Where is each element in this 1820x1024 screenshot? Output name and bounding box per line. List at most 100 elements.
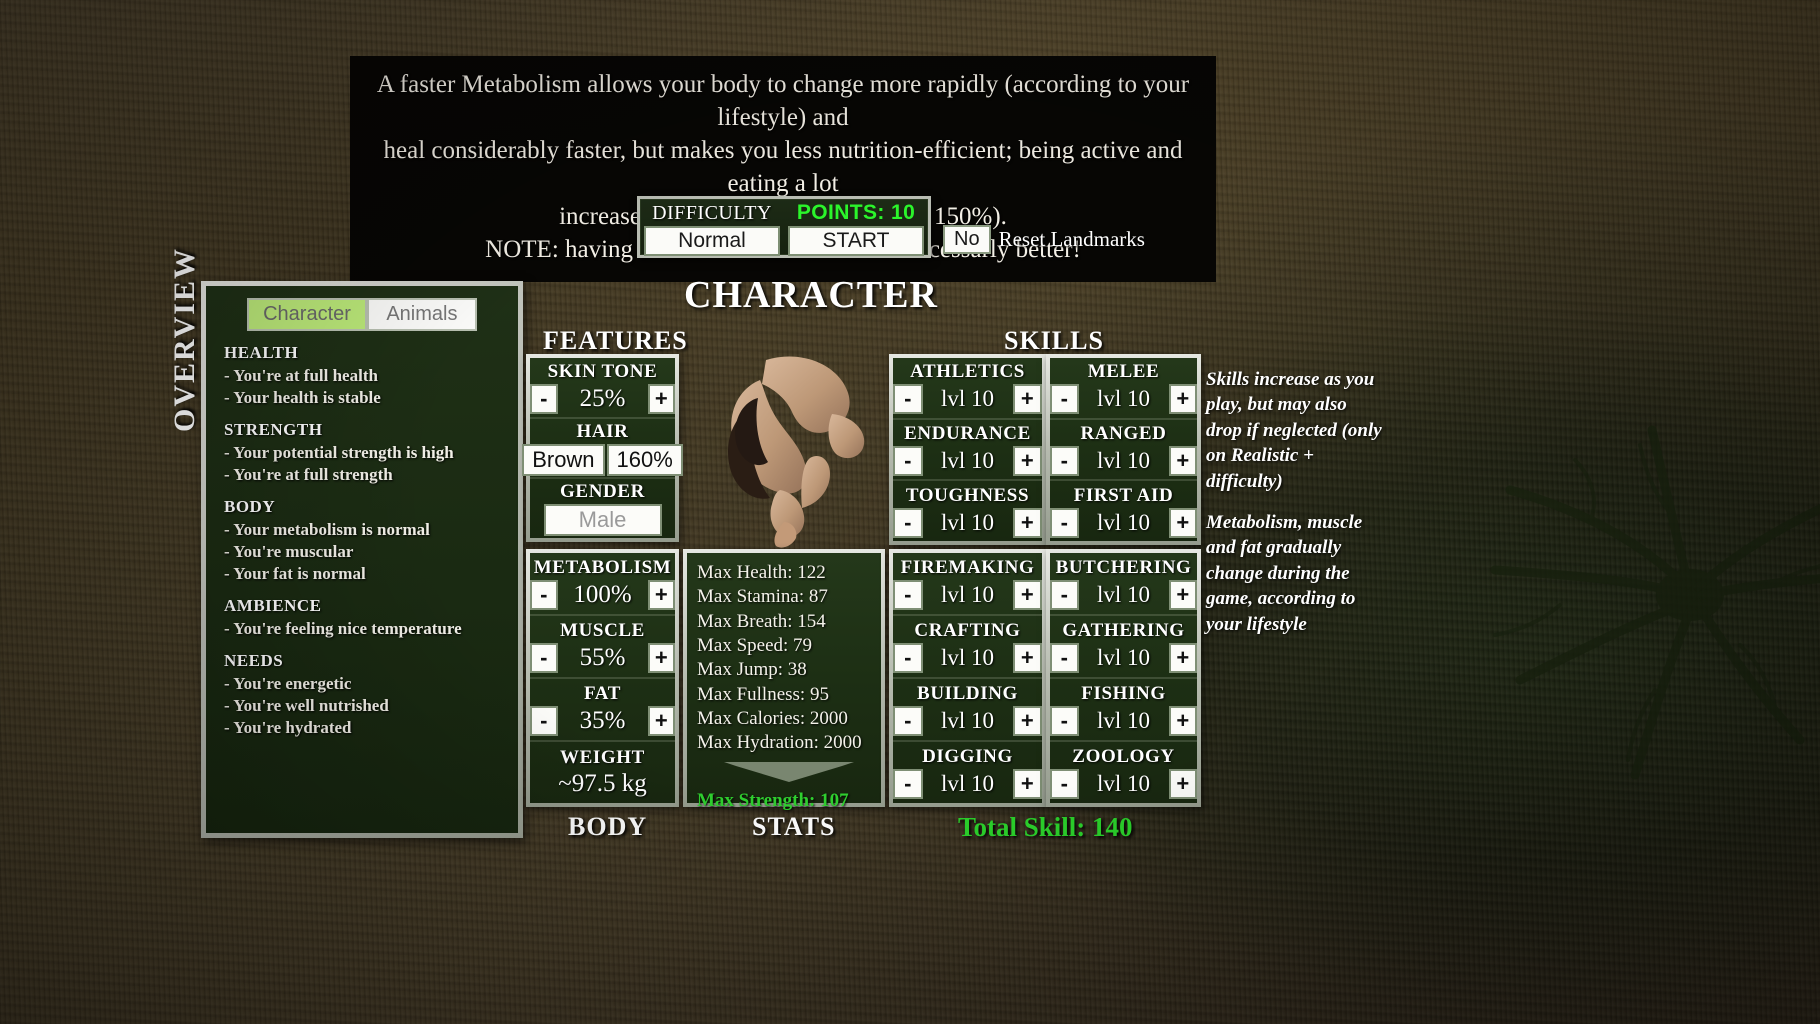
gathering-minus-button[interactable]: -	[1050, 643, 1079, 673]
stat-line: Max Hydration: 2000	[697, 732, 862, 754]
chevron-down-icon	[724, 761, 854, 782]
body-label: FAT	[584, 683, 621, 704]
stat-line: Max Calories: 2000	[697, 707, 848, 729]
skills-note: Skills increase as you play, but may als…	[1206, 369, 1382, 492]
difficulty-select[interactable]: Normal	[644, 226, 780, 256]
skills-column-right-bottom: BUTCHERING - lvl 10 + GATHERING - lvl 10…	[1046, 549, 1201, 807]
tab-character[interactable]: Character	[247, 298, 367, 331]
endurance-value: lvl 10	[940, 448, 995, 473]
body-muscle: MUSCLE - 55% +	[530, 614, 675, 677]
overview-line: - You're feeling nice temperature	[224, 619, 462, 638]
skill-ranged: RANGED - lvl 10 +	[1050, 417, 1197, 480]
athletics-minus-button[interactable]: -	[893, 384, 923, 415]
overview-heading-ambience: AMBIENCE	[224, 596, 322, 615]
character-avatar	[728, 356, 865, 548]
page-title: CHARACTER	[684, 274, 938, 316]
feature-label: GENDER	[560, 481, 645, 503]
muscle-minus-button[interactable]: -	[530, 643, 558, 673]
digging-minus-button[interactable]: -	[893, 769, 923, 799]
stat-line: Max Health: 122	[697, 562, 826, 583]
building-value: lvl 10	[940, 708, 995, 733]
metabolism-plus-button[interactable]: +	[647, 580, 675, 610]
ranged-plus-button[interactable]: +	[1168, 446, 1197, 476]
toughness-plus-button[interactable]: +	[1012, 507, 1042, 538]
overview-heading-body: BODY	[224, 497, 276, 516]
skill-label: FIREMAKING	[900, 557, 1035, 578]
skill-digging: DIGGING - lvl 10 +	[893, 740, 1042, 803]
skill-first-aid: FIRST AID - lvl 10 +	[1050, 479, 1197, 541]
fishing-minus-button[interactable]: -	[1050, 706, 1079, 736]
skill-label: BUILDING	[917, 683, 1018, 704]
hair-color-select[interactable]: Brown	[522, 443, 605, 476]
first-aid-plus-button[interactable]: +	[1168, 507, 1197, 538]
skill-firemaking: FIREMAKING - lvl 10 +	[893, 553, 1042, 614]
tab-animals[interactable]: Animals	[366, 298, 477, 331]
zoology-minus-button[interactable]: -	[1050, 769, 1079, 799]
gathering-value: lvl 10	[1096, 645, 1151, 670]
building-minus-button[interactable]: -	[893, 706, 923, 736]
butchering-plus-button[interactable]: +	[1168, 580, 1197, 610]
firemaking-minus-button[interactable]: -	[893, 580, 923, 610]
skill-label: ZOOLOGY	[1072, 746, 1175, 767]
fat-minus-button[interactable]: -	[530, 706, 558, 736]
metabolism-minus-button[interactable]: -	[530, 580, 558, 610]
ranged-minus-button[interactable]: -	[1050, 446, 1079, 476]
reset-landmarks-label: Reset Landmarks	[998, 227, 1145, 251]
stats-caption: STATS	[752, 812, 836, 841]
max-strength-value: Max Strength: 107	[697, 789, 849, 811]
skin-tone-plus-button[interactable]: +	[647, 383, 675, 414]
crafting-plus-button[interactable]: +	[1012, 643, 1042, 673]
skill-label: DIGGING	[922, 746, 1013, 767]
overview-side-label: OVERVIEW	[168, 247, 201, 432]
metabolism-value: 100%	[573, 581, 632, 608]
firemaking-plus-button[interactable]: +	[1012, 580, 1042, 610]
start-button[interactable]: START	[788, 226, 924, 256]
skin-tone-value: 25%	[579, 384, 626, 412]
skill-label: BUTCHERING	[1055, 557, 1192, 578]
skin-tone-minus-button[interactable]: -	[530, 383, 558, 414]
athletics-plus-button[interactable]: +	[1012, 384, 1042, 415]
zoology-plus-button[interactable]: +	[1168, 769, 1197, 799]
reset-landmarks-toggle[interactable]: No	[943, 225, 991, 254]
endurance-plus-button[interactable]: +	[1012, 446, 1042, 476]
hair-amount-value[interactable]: 160%	[606, 443, 683, 476]
difficulty-label: DIFFICULTY	[652, 201, 772, 224]
skills-column-right-top: MELEE - lvl 10 + RANGED - lvl 10 + FIRST…	[1046, 354, 1201, 545]
crafting-minus-button[interactable]: -	[893, 643, 923, 673]
toughness-value: lvl 10	[940, 509, 995, 535]
stat-line: Max Stamina: 87	[697, 586, 828, 608]
first-aid-minus-button[interactable]: -	[1050, 507, 1079, 538]
fat-plus-button[interactable]: +	[647, 706, 675, 736]
melee-minus-button[interactable]: -	[1050, 384, 1079, 415]
skill-butchering: BUTCHERING - lvl 10 +	[1050, 553, 1197, 614]
overview-line: - Your metabolism is normal	[224, 520, 430, 539]
butchering-minus-button[interactable]: -	[1050, 580, 1079, 610]
stat-line: Max Jump: 38	[697, 659, 807, 681]
skill-building: BUILDING - lvl 10 +	[893, 677, 1042, 740]
feature-label: HAIR	[576, 420, 629, 442]
features-caption: FEATURES	[543, 326, 688, 355]
digging-plus-button[interactable]: +	[1012, 769, 1042, 799]
gender-select[interactable]: Male	[543, 504, 662, 537]
melee-plus-button[interactable]: +	[1168, 384, 1197, 415]
feature-gender: GENDER Male	[530, 477, 675, 538]
features-panel: SKIN TONE - 25% + HAIR Brown 160% GENDER…	[522, 354, 683, 542]
body-note: Metabolism, muscle and fat gradually cha…	[1206, 512, 1363, 635]
skill-label: FISHING	[1081, 683, 1166, 704]
muscle-plus-button[interactable]: +	[647, 643, 675, 673]
endurance-minus-button[interactable]: -	[893, 446, 923, 476]
overview-line: - You're energetic	[224, 674, 352, 693]
fishing-value: lvl 10	[1096, 708, 1151, 733]
skill-crafting: CRAFTING - lvl 10 +	[893, 614, 1042, 677]
overview-line: - Your potential strength is high	[224, 443, 454, 462]
overview-heading-strength: STRENGTH	[224, 420, 323, 439]
overview-panel: Character Animals HEALTH - You're at ful…	[201, 281, 523, 838]
toughness-minus-button[interactable]: -	[893, 507, 923, 538]
skill-zoology: ZOOLOGY - lvl 10 +	[1050, 740, 1197, 803]
fishing-plus-button[interactable]: +	[1168, 706, 1197, 736]
skill-melee: MELEE - lvl 10 +	[1050, 358, 1197, 418]
gathering-plus-button[interactable]: +	[1168, 643, 1197, 673]
body-weight: WEIGHT ~97.5 kg	[530, 740, 675, 803]
building-plus-button[interactable]: +	[1012, 706, 1042, 736]
body-panel: METABOLISM - 100% + MUSCLE - 55% + FAT -…	[526, 549, 679, 807]
